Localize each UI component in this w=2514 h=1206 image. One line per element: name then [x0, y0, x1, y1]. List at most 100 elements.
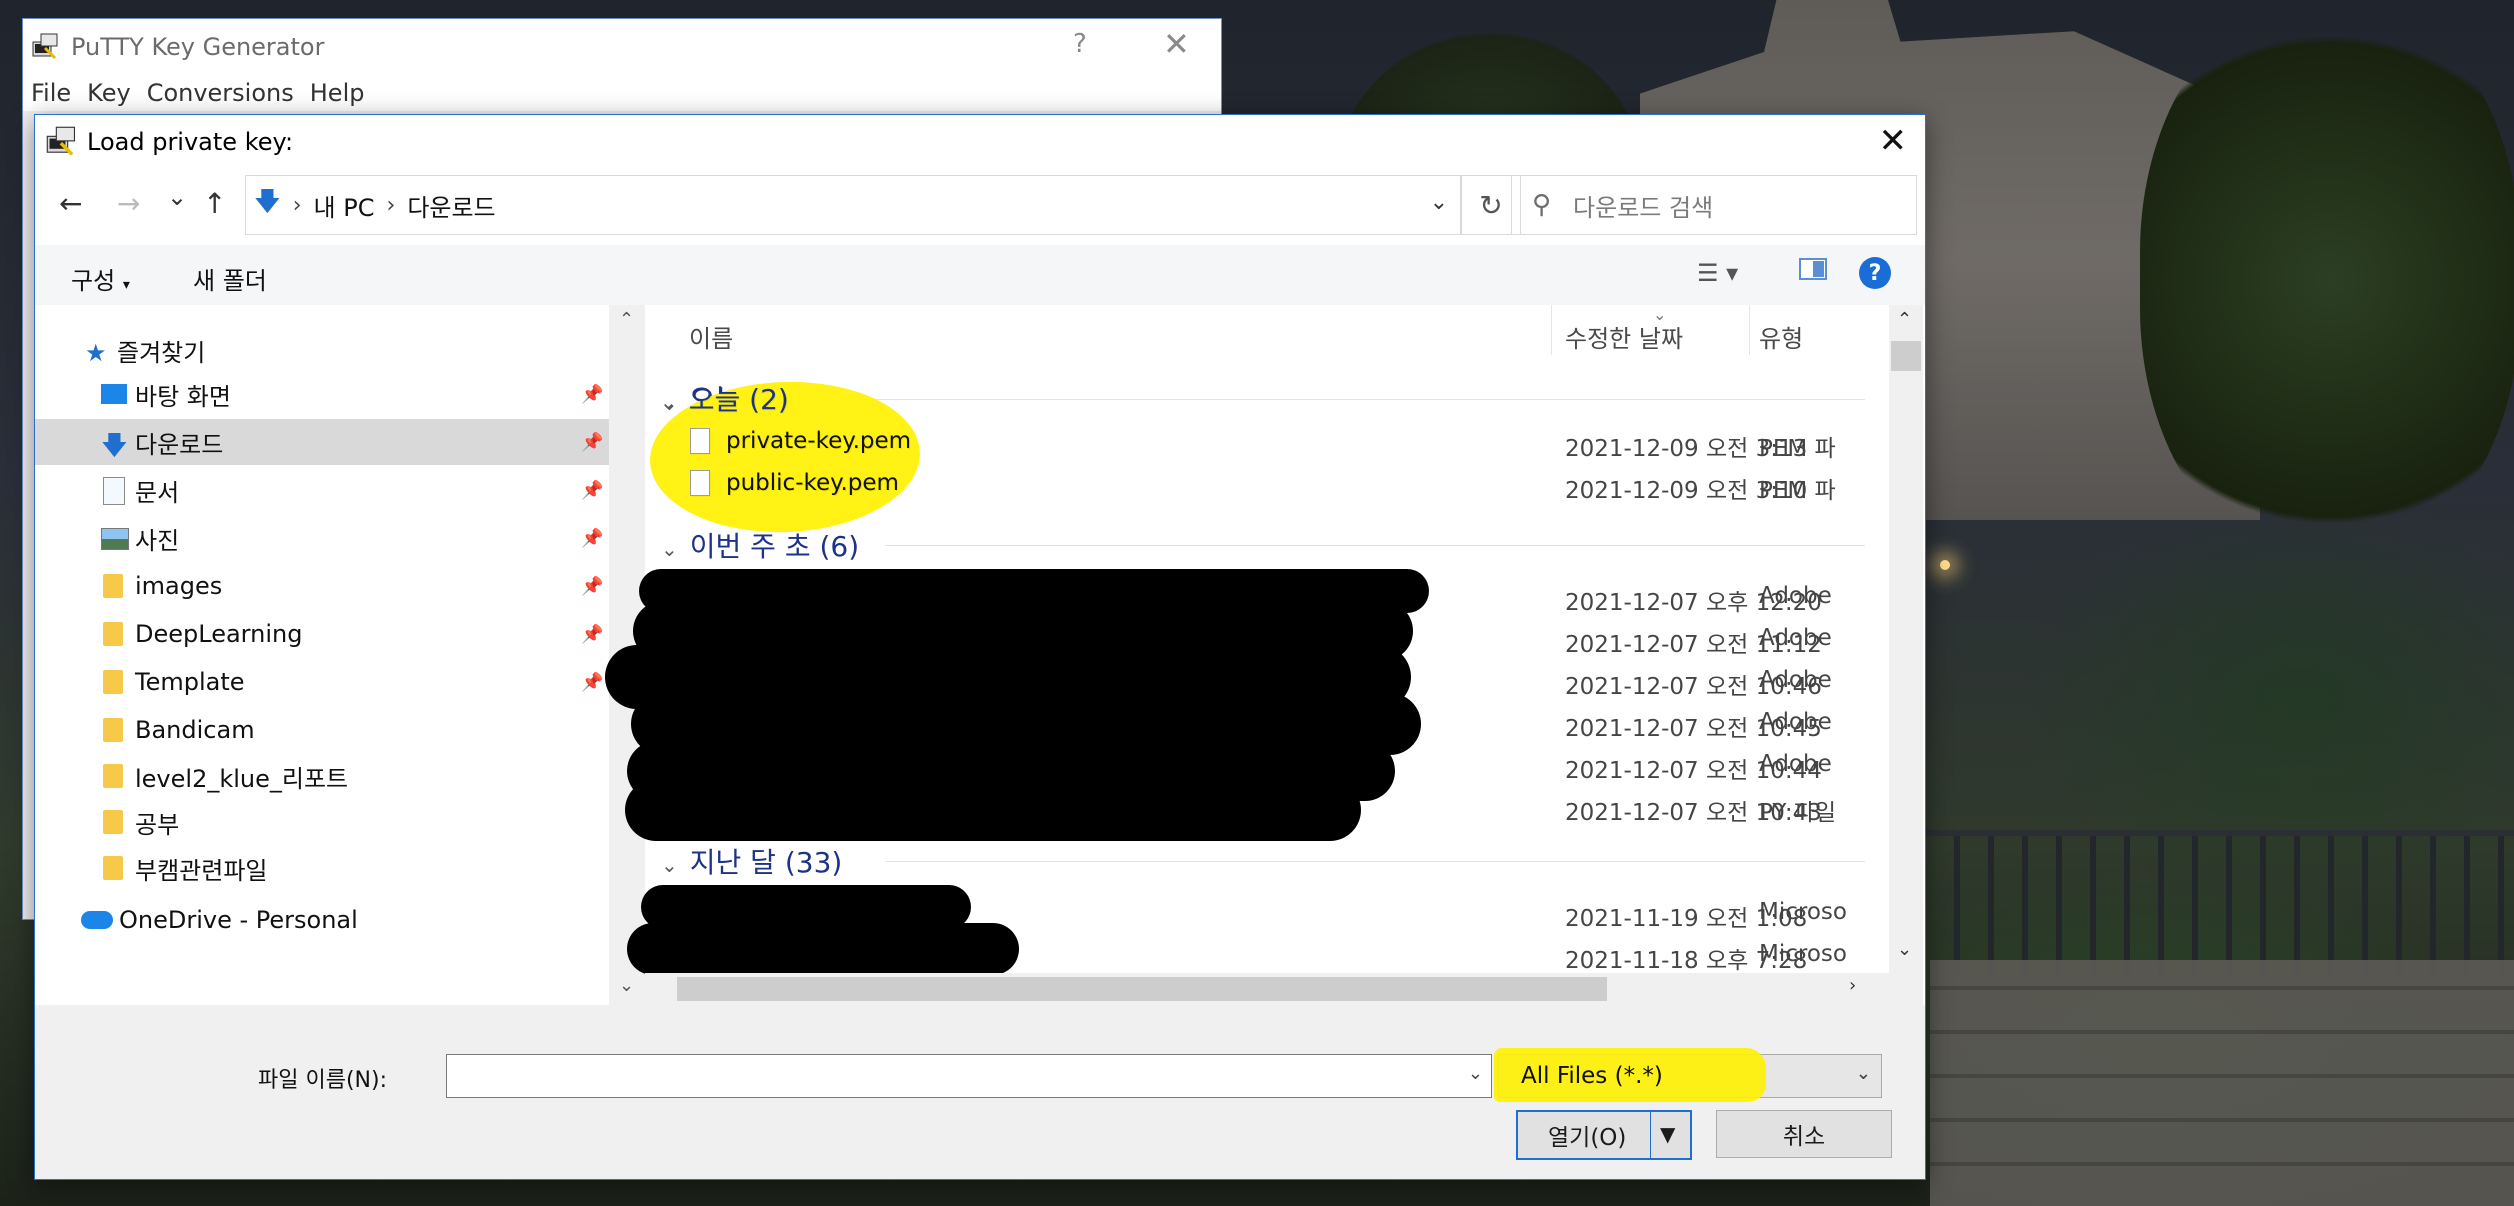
fence-scenery: [1920, 830, 2514, 976]
redaction-mark: [627, 923, 1019, 975]
scroll-right-icon[interactable]: ›: [1849, 975, 1856, 996]
menu-conversions[interactable]: Conversions: [147, 79, 294, 107]
sidebar-item-deeplearning[interactable]: DeepLearning 📌: [35, 611, 609, 657]
pin-icon[interactable]: 📌: [581, 384, 603, 405]
onedrive-icon: [81, 911, 113, 929]
menu-file[interactable]: File: [31, 79, 71, 107]
sidebar-item-label: 부캠관련파일: [135, 856, 268, 885]
column-header-name[interactable]: 이름: [689, 319, 733, 354]
open-button[interactable]: 열기(O) ▼: [1516, 1110, 1692, 1160]
organize-button[interactable]: 구성 ▾: [71, 261, 130, 296]
file-name: public-key.pem: [726, 470, 899, 496]
preview-pane-icon[interactable]: [1799, 257, 1827, 287]
file-name: private-key.pem: [726, 428, 912, 454]
chevron-right-icon: ›: [386, 192, 396, 218]
sidebar-item-onedrive[interactable]: OneDrive - Personal: [35, 897, 609, 943]
sidebar-item-label: DeepLearning: [135, 620, 303, 648]
putty-close-button[interactable]: ✕: [1163, 25, 1190, 63]
pin-icon[interactable]: 📌: [581, 528, 603, 549]
help-icon[interactable]: ?: [1859, 257, 1891, 289]
sidebar-item-quick-access[interactable]: ★ 즐겨찾기: [35, 327, 609, 373]
column-divider[interactable]: [1551, 305, 1552, 355]
street-lamp: [1940, 560, 1950, 570]
sidebar-item-label: 공부: [135, 810, 180, 839]
sidebar-item-template[interactable]: Template 📌: [35, 659, 609, 705]
sidebar-item-label: level2_klue_리포트: [135, 764, 349, 793]
picture-icon: [101, 528, 129, 550]
new-folder-button[interactable]: 새 폴더: [193, 261, 267, 296]
file-type: PY 파일: [1759, 800, 1837, 826]
file-type: Adobe: [1759, 667, 1832, 693]
command-bar: 구성 ▾ 새 폴더 ☰ ▾: [35, 245, 1925, 305]
menu-help[interactable]: Help: [310, 79, 365, 107]
sidebar-item-desktop[interactable]: 바탕 화면 📌: [35, 371, 609, 417]
search-box[interactable]: ⚲ 다운로드 검색: [1511, 175, 1917, 235]
up-arrow-icon[interactable]: ↑: [203, 187, 226, 220]
forward-arrow-icon[interactable]: →: [117, 187, 140, 220]
file-row[interactable]: public-key.pem: [644, 470, 1888, 512]
file-row[interactable]: private-key.pem: [644, 428, 1888, 470]
file-type: Adobe: [1759, 751, 1832, 777]
sidebar-item-downloads[interactable]: 🡇 다운로드 📌: [35, 419, 609, 465]
file-list-horizontal-scrollbar[interactable]: ›: [645, 973, 1889, 1005]
dialog-close-button[interactable]: ✕: [1879, 121, 1908, 161]
sidebar-item-level2-klue-report[interactable]: level2_klue_리포트: [35, 753, 609, 799]
column-header-type[interactable]: 유형: [1759, 319, 1803, 354]
file-type: Adobe: [1759, 583, 1832, 609]
pin-icon[interactable]: 📌: [581, 672, 603, 693]
filename-label: 파일 이름(N):: [258, 1068, 387, 1093]
column-divider[interactable]: [1749, 305, 1750, 355]
chevron-down-icon[interactable]: ⌄: [1468, 1063, 1483, 1084]
sidebar-item-documents[interactable]: 문서 📌: [35, 467, 609, 513]
group-header-last-month[interactable]: ⌄ 지난 달 (33): [661, 841, 842, 881]
address-bar[interactable]: 🡇 › 내 PC › 다운로드 ⌄: [245, 175, 1461, 235]
sidebar-item-study[interactable]: 공부: [35, 799, 609, 845]
scroll-up-icon[interactable]: ⌃: [619, 309, 634, 330]
help-button[interactable]: ?: [1073, 29, 1087, 59]
putty-app-icon: [46, 126, 76, 156]
sidebar-item-label: OneDrive - Personal: [119, 906, 358, 934]
chevron-down-icon[interactable]: ⌄: [1430, 190, 1448, 215]
putty-titlebar: PuTTY Key Generator ? ✕: [23, 19, 1221, 75]
scroll-down-icon[interactable]: ⌄: [1897, 939, 1912, 960]
breadcrumb-downloads[interactable]: 다운로드: [407, 188, 495, 223]
tree-scenery: [2140, 0, 2514, 560]
file-type: Microso: [1759, 899, 1847, 925]
cancel-button[interactable]: 취소: [1716, 1110, 1892, 1158]
back-arrow-icon[interactable]: ←: [59, 187, 82, 220]
recent-locations-chevron-icon[interactable]: ⌄: [167, 183, 187, 211]
file-type-filter-select[interactable]: All Files (*.*) ⌄: [1498, 1054, 1882, 1098]
pin-icon[interactable]: 📌: [581, 624, 603, 645]
scroll-down-icon[interactable]: ⌄: [619, 975, 634, 996]
group-header-today[interactable]: ⌄ 오늘 (2): [660, 378, 789, 418]
pin-icon[interactable]: 📌: [581, 480, 603, 501]
desktop-icon: [101, 384, 127, 404]
folder-icon: [103, 670, 123, 694]
sidebar-item-bandicam[interactable]: Bandicam: [35, 707, 609, 753]
navigation-pane: ★ 즐겨찾기 바탕 화면 📌 🡇 다운로드 📌 문서 📌 사진 📌 images…: [35, 305, 609, 1005]
file-type: Microso: [1759, 941, 1847, 967]
putty-menubar: File Key Conversions Help: [23, 75, 1221, 111]
group-label: 이번 주 초 (6): [689, 530, 860, 563]
file-list-vertical-scrollbar[interactable]: ⌃ ⌄: [1889, 305, 1923, 1005]
sidebar-item-images[interactable]: images 📌: [35, 563, 609, 609]
view-options-icon[interactable]: ☰ ▾: [1697, 259, 1738, 287]
chevron-down-icon[interactable]: ⌄: [1856, 1063, 1871, 1084]
sidebar-item-label: 즐겨찾기: [117, 338, 206, 367]
column-header-modified[interactable]: 수정한 날짜: [1565, 319, 1683, 354]
group-divider: [835, 399, 1865, 400]
sidebar-item-pictures[interactable]: 사진 📌: [35, 515, 609, 561]
menu-key[interactable]: Key: [87, 79, 131, 107]
dialog-title: Load private key:: [87, 128, 294, 156]
scrollbar-thumb[interactable]: [677, 977, 1607, 1001]
filename-field[interactable]: ⌄: [446, 1054, 1492, 1098]
pin-icon[interactable]: 📌: [581, 576, 603, 597]
scrollbar-thumb[interactable]: [1891, 341, 1921, 371]
dropdown-arrow-icon[interactable]: ▼: [1660, 1122, 1675, 1146]
sidebar-item-label: 사진: [135, 526, 180, 555]
breadcrumb-this-pc[interactable]: 내 PC: [314, 188, 375, 223]
download-arrow-icon: 🡇: [254, 187, 281, 217]
scroll-up-icon[interactable]: ⌃: [1897, 309, 1912, 330]
sidebar-item-bootcamp-files[interactable]: 부캠관련파일: [35, 845, 609, 891]
pin-icon[interactable]: 📌: [581, 432, 603, 453]
